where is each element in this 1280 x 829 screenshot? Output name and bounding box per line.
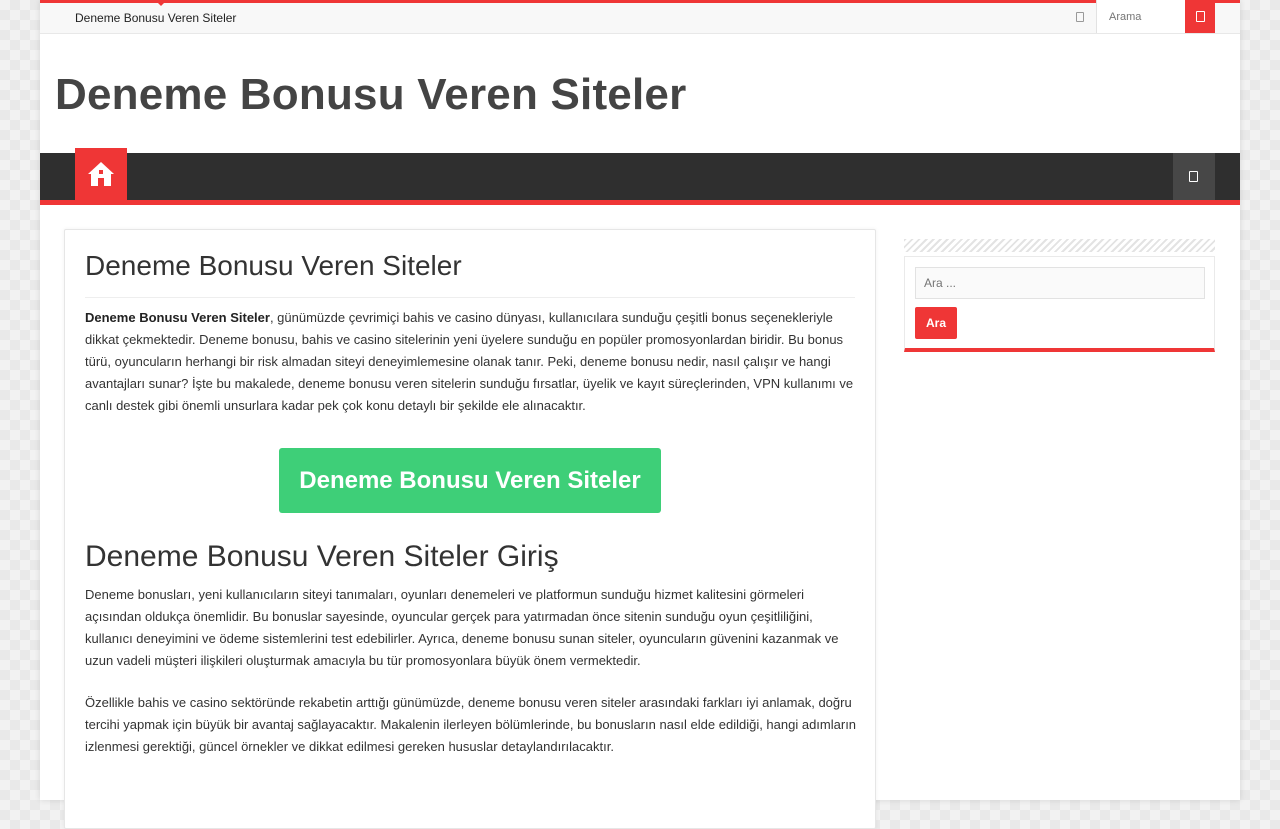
cta-button[interactable]: Deneme Bonusu Veren Siteler <box>279 448 661 513</box>
post-title: Deneme Bonusu Veren Siteler <box>85 250 462 281</box>
home-icon <box>88 162 114 186</box>
intro-bold: Deneme Bonusu Veren Siteler <box>85 310 270 325</box>
site-title[interactable]: Deneme Bonusu Veren Siteler <box>55 70 686 120</box>
mobile-icon[interactable] <box>1076 12 1084 22</box>
widget-header-stripe <box>904 239 1215 252</box>
intro-text: , günümüzde çevrimiçi bahis ve casino dü… <box>85 310 854 413</box>
home-button[interactable] <box>75 148 127 200</box>
search-icon <box>1196 11 1205 22</box>
sidebar-search-input[interactable] <box>915 267 1205 299</box>
top-search-box <box>1096 0 1186 33</box>
top-search-button[interactable] <box>1185 0 1215 33</box>
search-widget: Ara <box>904 256 1215 352</box>
main-nav <box>40 148 1240 205</box>
paragraph-3: Özellikle bahis ve casino sektöründe rek… <box>85 695 857 754</box>
sidebar: Ara <box>904 239 1215 352</box>
page-wrapper: Deneme Bonusu Veren Siteler Deneme Bonus… <box>40 0 1240 829</box>
mobile-menu-icon <box>1189 171 1198 182</box>
paragraph-2: Deneme bonusları, yeni kullanıcıların si… <box>85 587 839 668</box>
top-bar: Deneme Bonusu Veren Siteler <box>40 0 1240 34</box>
top-search-input[interactable] <box>1097 0 1177 33</box>
sidebar-search-button[interactable]: Ara <box>915 307 957 339</box>
site-header: Deneme Bonusu Veren Siteler <box>40 34 1240 153</box>
post-article: Deneme Bonusu Veren Siteler Deneme Bonus… <box>64 229 876 829</box>
intro-paragraph: Deneme Bonusu Veren Siteler, günümüzde ç… <box>85 307 857 417</box>
title-divider <box>85 297 855 298</box>
top-menu-item[interactable]: Deneme Bonusu Veren Siteler <box>75 11 236 25</box>
section-heading: Deneme Bonusu Veren Siteler Giriş <box>85 540 559 573</box>
active-menu-indicator <box>157 2 165 6</box>
mobile-menu-button[interactable] <box>1173 153 1215 200</box>
